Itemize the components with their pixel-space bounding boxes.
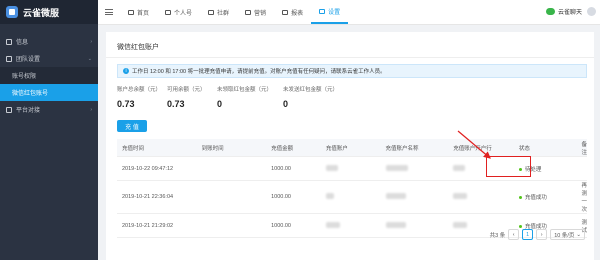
redacted-value [385, 164, 408, 171]
menu-toggle-icon[interactable] [98, 9, 120, 15]
stat-total-balance: 账户总余额（元） 0.73 [117, 87, 162, 109]
column-header: 备注 [576, 139, 587, 157]
redacted-value [453, 193, 468, 199]
tab-marketing[interactable]: 营销 [237, 0, 274, 24]
redacted-value [325, 193, 334, 199]
redacted-value [453, 221, 468, 228]
wechat-status[interactable]: 云雀聊天 [545, 7, 582, 16]
cell-time: 2019-10-21 21:29:02 [117, 213, 197, 238]
sidebar: 云雀微服 信息 › 团队设置 ⌄ 账号权限 微信红包账号 平台对接 › [0, 0, 98, 260]
tab-settings[interactable]: 设置 [311, 0, 349, 24]
cell-account [320, 156, 381, 181]
tab-reports[interactable]: 报表 [274, 0, 311, 24]
user-icon [165, 9, 172, 15]
recharge-button[interactable]: 充 值 [117, 120, 147, 132]
person-icon [6, 38, 12, 45]
sidebar-item-label: 信息 [16, 40, 29, 46]
avatar[interactable] [587, 7, 596, 16]
chevron-down-icon: ⌄ [87, 55, 92, 62]
home-icon [128, 9, 134, 15]
column-header: 充值账户 [320, 139, 381, 157]
page-title: 微信红包账户 [117, 44, 159, 51]
notice-text: 工作日 12:00 和 17:00 将一批理充值申请，请提前充值。对账户充值有任… [132, 69, 386, 75]
balance-stats: 账户总余额（元） 0.73 可用余额（元） 0.73 未领取红包金额（元） 0 … [117, 85, 353, 109]
group-icon [208, 9, 215, 15]
redacted-value [453, 164, 466, 171]
sidebar-item-team-settings[interactable]: 团队设置 ⌄ [0, 50, 98, 67]
app-name: 云雀微服 [23, 7, 60, 18]
cell-account [320, 213, 381, 238]
cell-amount: 1000.00 [266, 213, 321, 238]
notice-banner: i 工作日 12:00 和 17:00 将一批理充值申请，请提前充值。对账户充值… [117, 64, 587, 78]
stat-unsent-amount: 未发送红包金额（元） 0 [283, 87, 339, 109]
cell-account-name [380, 156, 449, 181]
redacted-value [325, 221, 340, 228]
link-icon [6, 106, 12, 113]
sidebar-item-account-permissions[interactable]: 账号权限 [0, 67, 98, 84]
column-header: 充值账户名称 [380, 139, 449, 157]
app-logo[interactable]: 云雀微服 [0, 0, 98, 24]
tab-personal[interactable]: 个人号 [157, 0, 200, 24]
sidebar-item-info[interactable]: 信息 › [0, 33, 98, 50]
chevron-right-icon: › [90, 38, 92, 45]
cell-note: 再测一次 [576, 180, 587, 214]
cell-amount: 1000.00 [266, 180, 321, 214]
cell-arrival [196, 180, 267, 214]
redacted-value [385, 221, 406, 228]
chevron-right-icon: › [90, 106, 92, 113]
table-row: 2019-10-21 22:36:04 1000.00 充值成功 再测一次 [117, 180, 587, 214]
cell-arrival [196, 156, 267, 181]
sidebar-item-label: 微信红包账号 [12, 91, 49, 97]
cell-account [320, 180, 381, 214]
cell-status: 充值成功 [513, 180, 577, 214]
stat-unclaimed-amount: 未领取红包金额（元） 0 [217, 87, 273, 109]
sidebar-item-label: 账号权限 [12, 74, 37, 80]
cell-account-name [380, 213, 449, 238]
stat-available-balance: 可用余额（元） 0.73 [167, 87, 206, 109]
next-page-button[interactable]: › [536, 229, 548, 240]
redacted-value [325, 164, 338, 171]
tab-groups[interactable]: 社群 [200, 0, 237, 24]
sidebar-item-platform-integration[interactable]: 平台对接 › [0, 101, 98, 118]
status-dot [518, 224, 522, 228]
cell-time: 2019-10-21 22:36:04 [117, 180, 197, 214]
sidebar-item-wechat-redpacket-account[interactable]: 微信红包账号 [0, 84, 98, 101]
pagination: 共3 条 ‹ 1 › 10 条/页 ⌄ [490, 229, 585, 240]
cell-bank [448, 180, 514, 214]
recharge-table: 充值时间 到账时间 充值金额 充值账户 充值账户名称 充值账户开户行 状态 备注… [117, 139, 587, 238]
column-header: 状态 [513, 139, 577, 157]
divider [106, 57, 594, 58]
cell-amount: 1000.00 [266, 156, 321, 181]
sidebar-item-label: 团队设置 [16, 57, 41, 63]
page-number-button[interactable]: 1 [522, 229, 534, 240]
column-header: 充值账户开户行 [448, 139, 514, 157]
wechat-icon [545, 8, 555, 15]
cell-arrival [196, 213, 267, 238]
sidebar-item-label: 平台对接 [16, 108, 41, 114]
team-icon [6, 55, 12, 62]
status-highlight-box [486, 156, 531, 177]
column-header: 充值金额 [266, 139, 321, 157]
prev-page-button[interactable]: ‹ [508, 229, 520, 240]
table-header-row: 充值时间 到账时间 充值金额 充值账户 充值账户名称 充值账户开户行 状态 备注 [117, 139, 587, 157]
tab-home[interactable]: 首页 [120, 0, 157, 24]
marketing-icon [245, 9, 252, 15]
page-size-select[interactable]: 10 条/页 ⌄ [550, 229, 585, 240]
cell-note [576, 156, 587, 181]
cell-account-name [380, 180, 449, 214]
main-panel: 微信红包账户 i 工作日 12:00 和 17:00 将一批理充值申请，请提前充… [106, 32, 594, 260]
report-icon [282, 9, 289, 15]
info-icon: i [123, 68, 129, 74]
chevron-down-icon: ⌄ [576, 231, 581, 238]
cell-time: 2019-10-22 09:47:12 [117, 156, 197, 181]
column-header: 到账时间 [196, 139, 267, 157]
status-dot [518, 196, 522, 200]
logo-icon [6, 6, 18, 18]
total-count: 共3 条 [489, 232, 506, 239]
column-header: 充值时间 [117, 139, 197, 157]
redacted-value [385, 193, 406, 199]
gear-icon [319, 8, 326, 14]
topbar: 首页 个人号 社群 营销 报表 设置 云雀聊天 [98, 0, 600, 25]
